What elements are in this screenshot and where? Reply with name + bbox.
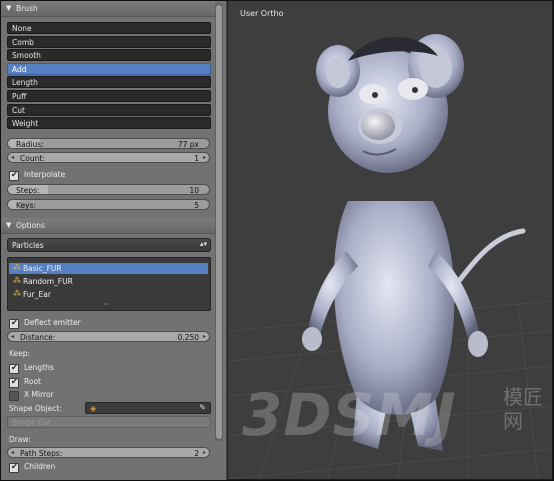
keys-slider[interactable]: Keys: 5	[7, 199, 210, 210]
list-item[interactable]: ⁂ Fur_Ear	[9, 289, 208, 300]
tool-comb[interactable]: Comb	[7, 35, 211, 48]
tool-add[interactable]: Add	[7, 62, 211, 75]
checkmark-icon: ✔	[11, 170, 18, 179]
collapse-triangle-icon: ▼	[6, 221, 12, 229]
count-label: Count:	[20, 153, 45, 163]
increment-arrow-icon[interactable]: ▸	[203, 153, 206, 162]
drag-grip-icon[interactable]: ⋯	[201, 221, 211, 229]
updown-arrow-icon: ▴▾	[199, 240, 207, 248]
brush-header-label: Brush	[16, 4, 38, 13]
shape-object-field[interactable]: ◈ ✎	[85, 402, 211, 414]
options-header-label: Options	[16, 221, 45, 230]
resize-grip-icon[interactable]: ═	[104, 301, 108, 308]
steps-slider[interactable]: Steps: 10	[7, 184, 210, 195]
steps-value: 10	[189, 185, 199, 195]
panel-scrollbar[interactable]	[215, 3, 223, 441]
distance-value: 0.250	[177, 332, 199, 342]
radius-label: Radius:	[16, 139, 44, 149]
root-label: Root	[24, 377, 41, 386]
distance-label: Distance:	[20, 332, 56, 342]
particles-icon: ⁂	[13, 276, 21, 285]
tool-weight[interactable]: Weight	[7, 117, 211, 130]
radius-slider[interactable]: Radius: 77 px	[7, 138, 210, 149]
radius-value: 77 px	[177, 139, 199, 149]
increment-arrow-icon[interactable]: ▸	[203, 448, 206, 457]
path-steps-field[interactable]: ◂ Path Steps: 2 ▸	[7, 447, 210, 458]
keys-value: 5	[194, 200, 199, 210]
particles-icon: ⁂	[13, 289, 21, 298]
tool-puff[interactable]: Puff	[7, 89, 211, 102]
decrement-arrow-icon[interactable]: ◂	[11, 448, 14, 457]
checkbox-box	[9, 391, 19, 401]
collapse-triangle-icon: ▼	[6, 4, 12, 12]
checkmark-icon: ✔	[11, 462, 18, 471]
list-item-label: Basic_FUR	[23, 264, 62, 273]
list-item[interactable]: ⁂ Basic_FUR	[9, 263, 208, 274]
interpolate-label: Interpolate	[24, 170, 66, 179]
shape-cut-label: Shape Cut	[12, 418, 51, 427]
particles-icon: ⁂	[13, 263, 21, 272]
cube-icon: ◈	[90, 404, 97, 413]
mouse-nose	[361, 112, 395, 140]
steps-label: Steps:	[16, 185, 40, 195]
list-item-label: Fur_Ear	[23, 290, 51, 299]
checkbox-box: ✔	[9, 363, 19, 374]
keep-label: Keep:	[9, 349, 31, 358]
children-label: Children	[24, 462, 56, 471]
watermark-logo-cn: 模匠网	[503, 385, 543, 433]
count-value: 1	[194, 153, 199, 163]
distance-field[interactable]: ◂ Distance: 0.250 ▸	[7, 331, 210, 342]
shape-cut-button[interactable]: Shape Cut	[7, 416, 211, 428]
checkbox-box: ✔	[9, 377, 19, 388]
checkbox-box: ✔	[9, 170, 19, 181]
decrement-arrow-icon[interactable]: ◂	[11, 332, 14, 341]
edit-mode-select[interactable]: Particles ▴▾	[7, 238, 211, 252]
brush-panel-header[interactable]: ▼ Brush	[1, 1, 215, 17]
x-mirror-label: X Mirror	[24, 390, 54, 399]
draw-label: Draw:	[9, 435, 31, 444]
tool-length[interactable]: Length	[7, 76, 211, 89]
increment-arrow-icon[interactable]: ▸	[203, 332, 206, 341]
tool-none[interactable]: None	[7, 22, 211, 34]
keys-label: Keys:	[16, 200, 37, 210]
checkbox-box: ✔	[9, 462, 19, 473]
tool-cut[interactable]: Cut	[7, 103, 211, 116]
deflect-emitter-label: Deflect emitter	[24, 318, 81, 327]
checkmark-icon: ✔	[11, 363, 18, 372]
tool-smooth[interactable]: Smooth	[7, 49, 211, 62]
path-steps-label: Path Steps:	[20, 448, 63, 458]
watermark-logo: 3DSMJ	[242, 381, 457, 449]
checkmark-icon: ✔	[11, 318, 18, 327]
brush-tool-list: None Comb Smooth Add Length Puff Cut Wei…	[7, 22, 211, 131]
eyedropper-icon[interactable]: ✎	[199, 403, 206, 412]
3d-viewport[interactable]: User Ortho 3DSMJ 模匠网	[228, 1, 552, 479]
options-panel-header[interactable]: ▼ Options ⋯	[1, 218, 215, 234]
decrement-arrow-icon[interactable]: ◂	[11, 153, 14, 162]
list-item-label: Random_FUR	[23, 277, 73, 286]
viewport-view-label: User Ortho	[240, 9, 284, 18]
particle-system-list: ⁂ Basic_FUR ⁂ Random_FUR ⁂ Fur_Ear ═	[7, 257, 211, 311]
scrollbar-thumb[interactable]	[216, 5, 222, 439]
shape-object-label: Shape Object:	[9, 404, 62, 413]
edit-mode-value: Particles	[12, 241, 44, 250]
count-field[interactable]: ◂ Count: 1 ▸	[7, 152, 210, 163]
path-steps-value: 2	[194, 448, 199, 458]
list-item[interactable]: ⁂ Random_FUR	[9, 276, 208, 287]
checkbox-box: ✔	[9, 318, 19, 329]
checkmark-icon: ✔	[11, 377, 18, 386]
tool-panel: ▼ Brush None Comb Smooth Add Length Puff…	[1, 1, 227, 480]
lengths-label: Lengths	[24, 363, 54, 372]
